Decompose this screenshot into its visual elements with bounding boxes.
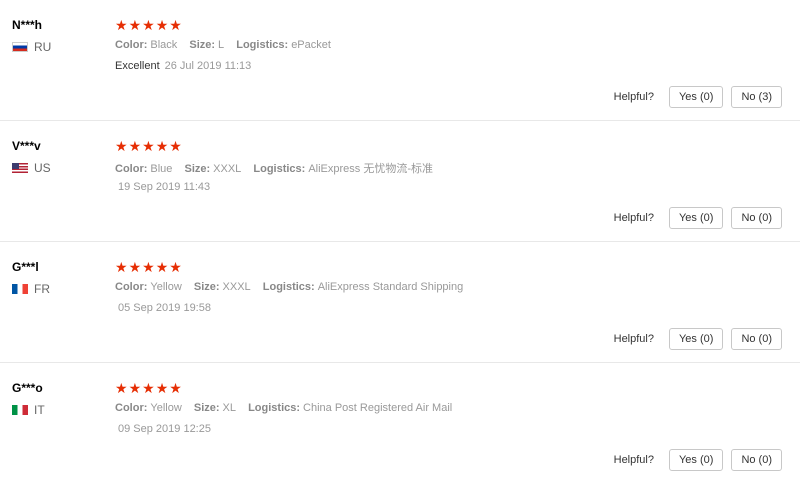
star-icon: ★ <box>142 17 155 33</box>
color-value: Blue <box>150 163 173 175</box>
star-icon: ★ <box>142 259 155 275</box>
star-icon: ★ <box>115 259 128 275</box>
star-icon: ★ <box>169 138 182 154</box>
helpful-vote: Helpful? Yes (0) No (0) <box>614 207 782 229</box>
star-icon: ★ <box>128 17 142 33</box>
star-icon: ★ <box>128 138 142 154</box>
helpful-label: Helpful? <box>613 333 654 345</box>
star-icon: ★ <box>142 380 155 396</box>
review-meta: 05 Sep 2019 19:58 <box>115 302 211 314</box>
review-date: 26 Jul 2019 11:13 <box>164 60 252 72</box>
star-icon: ★ <box>115 138 128 154</box>
star-icon: ★ <box>169 380 182 396</box>
flag-us-icon <box>12 163 28 173</box>
flag-ru-icon <box>12 42 28 52</box>
color-label: Color: <box>115 163 148 175</box>
review-item: N***h RU ★ ★ ★ ★ ★ Color: Black Size: L Lo… <box>0 0 800 121</box>
reviewer-country: RU <box>12 40 51 54</box>
review-item: G***o IT ★ ★ ★ ★ ★ Color: Yellow Size: XL … <box>0 363 800 492</box>
review-item: G***l FR ★ ★ ★ ★ ★ Color: Yellow Size: XXX… <box>0 242 800 363</box>
reviewer-country: US <box>12 161 51 175</box>
logistics-label: Logistics: <box>262 281 315 293</box>
star-icon: ★ <box>169 259 182 275</box>
reviewer-name: G***o <box>12 381 43 395</box>
star-rating: ★ ★ ★ ★ ★ <box>115 380 182 396</box>
helpful-yes-button[interactable]: Yes (0) <box>668 207 724 229</box>
review-meta: Excellent 26 Jul 2019 11:13 <box>115 60 251 72</box>
logistics-value: AliExpress Standard Shipping <box>317 281 464 293</box>
color-label: Color: <box>115 39 148 51</box>
review-text: Excellent <box>115 60 160 72</box>
logistics-label: Logistics: <box>248 402 301 414</box>
review-meta: 09 Sep 2019 12:25 <box>115 423 211 435</box>
reviewer-name: N***h <box>12 18 43 32</box>
star-icon: ★ <box>115 17 128 33</box>
logistics-value: ePacket <box>291 39 331 51</box>
logistics-value: AliExpress 无忧物流-标准 <box>308 163 434 175</box>
product-attributes: Color: Blue Size: XXXL Logistics: AliExpres… <box>115 160 442 176</box>
star-icon: ★ <box>128 380 142 396</box>
helpful-label: Helpful? <box>613 91 654 103</box>
logistics-label: Logistics: <box>253 163 306 175</box>
star-icon: ★ <box>155 259 169 275</box>
star-icon: ★ <box>155 138 169 154</box>
star-rating: ★ ★ ★ ★ ★ <box>115 259 182 275</box>
size-value: XXXL <box>222 281 251 293</box>
helpful-yes-button[interactable]: Yes (0) <box>668 328 724 350</box>
country-code: US <box>34 161 51 175</box>
color-value: Yellow <box>150 402 182 414</box>
helpful-label: Helpful? <box>613 212 654 224</box>
star-icon: ★ <box>128 259 142 275</box>
country-code: IT <box>34 403 45 417</box>
star-rating: ★ ★ ★ ★ ★ <box>115 138 182 154</box>
color-value: Black <box>150 39 178 51</box>
review-date: 05 Sep 2019 19:58 <box>118 302 211 314</box>
star-rating: ★ ★ ★ ★ ★ <box>115 17 182 33</box>
flag-it-icon <box>12 405 28 415</box>
size-label: Size: <box>189 39 216 51</box>
helpful-no-button[interactable]: No (0) <box>731 207 782 229</box>
country-code: FR <box>34 282 50 296</box>
helpful-yes-button[interactable]: Yes (0) <box>668 449 724 471</box>
helpful-vote: Helpful? Yes (0) No (0) <box>614 449 782 471</box>
helpful-yes-button[interactable]: Yes (0) <box>668 86 724 108</box>
star-icon: ★ <box>142 138 155 154</box>
star-icon: ★ <box>169 17 182 33</box>
review-date: 09 Sep 2019 12:25 <box>118 423 211 435</box>
country-code: RU <box>34 40 52 54</box>
star-icon: ★ <box>155 380 169 396</box>
reviewer-country: IT <box>12 403 45 417</box>
size-label: Size: <box>184 163 211 175</box>
star-icon: ★ <box>115 380 128 396</box>
size-value: L <box>218 39 225 51</box>
color-label: Color: <box>115 402 148 414</box>
logistics-label: Logistics: <box>236 39 289 51</box>
size-label: Size: <box>193 402 220 414</box>
size-value: XXXL <box>213 163 242 175</box>
product-attributes: Color: Yellow Size: XL Logistics: China Pos… <box>115 402 461 414</box>
review-list: N***h RU ★ ★ ★ ★ ★ Color: Black Size: L Lo… <box>0 0 800 492</box>
helpful-vote: Helpful? Yes (0) No (3) <box>614 86 782 108</box>
flag-fr-icon <box>12 284 28 294</box>
size-label: Size: <box>193 281 220 293</box>
review-item: V***v US ★ ★ ★ ★ ★ Color: Blue Size: XXXL … <box>0 121 800 242</box>
color-value: Yellow <box>150 281 182 293</box>
size-value: XL <box>222 402 237 414</box>
helpful-no-button[interactable]: No (0) <box>731 449 782 471</box>
product-attributes: Color: Yellow Size: XXXL Logistics: AliExpr… <box>115 281 472 293</box>
star-icon: ★ <box>155 17 169 33</box>
helpful-vote: Helpful? Yes (0) No (0) <box>614 328 782 350</box>
helpful-label: Helpful? <box>613 454 654 466</box>
reviewer-name: V***v <box>12 139 41 153</box>
logistics-value: China Post Registered Air Mail <box>303 402 453 414</box>
review-meta: 19 Sep 2019 11:43 <box>115 181 210 193</box>
reviewer-name: G***l <box>12 260 39 274</box>
helpful-no-button[interactable]: No (0) <box>731 328 782 350</box>
helpful-no-button[interactable]: No (3) <box>731 86 782 108</box>
product-attributes: Color: Black Size: L Logistics: ePacket <box>115 39 340 51</box>
color-label: Color: <box>115 281 148 293</box>
reviewer-country: FR <box>12 282 50 296</box>
review-date: 19 Sep 2019 11:43 <box>118 181 211 193</box>
